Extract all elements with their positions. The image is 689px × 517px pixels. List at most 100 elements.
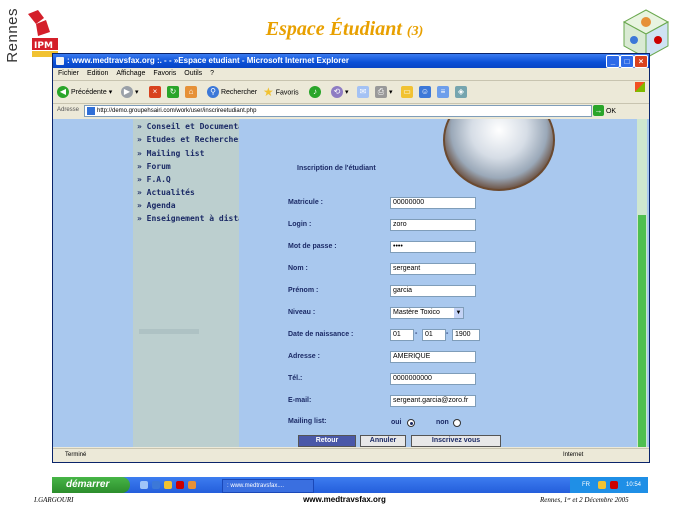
favorites-button[interactable]: ★ Favoris <box>263 86 299 99</box>
matricule-input[interactable]: 00000000 <box>390 197 476 209</box>
history-button[interactable]: ⟲ ▾ <box>331 86 348 99</box>
speaker-icon[interactable] <box>598 481 606 489</box>
side-navigation: » Conseil et Documentation » Etudes et R… <box>133 119 262 447</box>
forward-button[interactable]: ▶ ▾ <box>121 86 138 99</box>
desktop-icon[interactable] <box>140 481 148 489</box>
slide-title-text: Espace Étudiant <box>265 18 402 40</box>
refresh-button[interactable]: ↻ <box>167 86 179 99</box>
page-icon <box>87 107 95 115</box>
stop-button[interactable]: × <box>149 86 161 99</box>
ie-icon <box>56 57 64 65</box>
annuler-button[interactable]: Annuler <box>360 435 406 447</box>
mailing-yes-radio[interactable] <box>407 419 415 427</box>
niveau-select[interactable]: Mastère Toxico ▼ <box>390 307 464 319</box>
nav-item-mailing-list[interactable]: » Mailing list <box>137 149 204 158</box>
retour-button[interactable]: Retour <box>298 435 356 447</box>
favorites-label: Favoris <box>275 89 299 97</box>
explorer-icon[interactable] <box>164 481 172 489</box>
media-button[interactable]: ♪ <box>309 86 321 99</box>
password-label: Mot de passe : <box>288 243 337 250</box>
birth-month-input[interactable]: 01 <box>422 329 446 341</box>
go-label: OK <box>605 108 617 115</box>
slide-title: Espace Étudiant (3) <box>0 18 689 41</box>
search-icon: ⚲ <box>207 86 219 99</box>
start-button[interactable]: démarrer <box>52 477 130 493</box>
naissance-label: Date de naissance : <box>288 331 354 338</box>
mailing-no-label: non <box>436 419 449 426</box>
stop-icon: × <box>149 86 161 99</box>
language-indicator[interactable]: FR <box>582 477 590 493</box>
nav-item-etudes[interactable]: » Etudes et Recherches <box>137 135 243 144</box>
adresse-input[interactable]: AMERIQUE <box>390 351 476 363</box>
print-button[interactable]: ⎙ ▾ <box>375 86 392 99</box>
svg-text:IPM: IPM <box>34 41 53 51</box>
menu-help[interactable]: ? <box>210 70 214 77</box>
messenger-button[interactable]: ☺ <box>419 86 431 99</box>
inscrire-button[interactable]: Inscrivez vous <box>411 435 501 447</box>
menu-favoris[interactable]: Favoris <box>153 70 176 77</box>
research-button[interactable]: ◈ <box>455 86 467 99</box>
status-text: Terminé <box>65 452 87 458</box>
nom-input[interactable]: sergeant <box>390 263 476 275</box>
search-button[interactable]: ⚲ Rechercher <box>207 86 257 99</box>
discuss-icon: ≡ <box>437 86 449 99</box>
back-button[interactable]: ◀ Précédente ▾ <box>57 86 112 99</box>
taskbar-window-button[interactable]: : www.medtravsfax.... <box>222 479 314 493</box>
discuss-button[interactable]: ≡ <box>437 86 449 99</box>
tel-input[interactable]: 0000000000 <box>390 373 476 385</box>
go-arrow-icon: → <box>593 105 604 116</box>
birth-year-input[interactable]: 1900 <box>452 329 480 341</box>
search-label: Rechercher <box>220 89 258 96</box>
header-photo <box>443 119 555 191</box>
mail-icon: ✉ <box>357 86 369 99</box>
login-input[interactable]: zoro <box>390 219 476 231</box>
password-input[interactable]: •••• <box>390 241 476 253</box>
prenom-label: Prénom : <box>288 287 319 294</box>
go-button[interactable]: → OK <box>593 105 616 117</box>
research-icon: ◈ <box>455 86 467 99</box>
nav-item-agenda[interactable]: » Agenda <box>137 201 176 210</box>
registration-area: Inscription de l'étudiant Matricule : 00… <box>239 119 635 447</box>
mail-button[interactable]: ✉ <box>357 86 369 99</box>
menu-outils[interactable]: Outils <box>184 70 202 77</box>
back-label: Précédente <box>70 89 107 96</box>
birth-day-input[interactable]: 01 <box>390 329 414 341</box>
nav-item-forum[interactable]: » Forum <box>137 162 171 171</box>
email-label: E-mail: <box>288 397 312 404</box>
window-title: : www.medtravsfax.org :. - - »Espace etu… <box>67 56 349 65</box>
scrollbar-thumb[interactable] <box>638 215 646 447</box>
close-button[interactable]: × <box>634 55 648 68</box>
menu-fichier[interactable]: Fichier <box>58 70 79 77</box>
nav-item-faq[interactable]: » F.A.Q <box>137 175 171 184</box>
folder-button[interactable]: ▭ <box>401 86 413 99</box>
nom-label: Nom : <box>288 265 308 272</box>
media-quicklaunch-icon[interactable] <box>176 481 184 489</box>
minimize-button[interactable]: _ <box>606 55 620 68</box>
print-icon: ⎙ <box>375 86 387 99</box>
nav-item-actualites[interactable]: » Actualités <box>137 188 195 197</box>
adresse-label: Adresse : <box>288 353 320 360</box>
history-icon: ⟲ <box>331 86 343 99</box>
date-separator: - <box>446 330 449 337</box>
tray-app-icon[interactable] <box>610 481 618 489</box>
home-icon: ⌂ <box>185 86 197 99</box>
star-icon: ★ <box>263 85 274 99</box>
maximize-button[interactable]: □ <box>620 55 634 68</box>
home-button[interactable]: ⌂ <box>185 86 197 99</box>
mailing-no-radio[interactable] <box>453 419 461 427</box>
menu-affichage[interactable]: Affichage <box>116 70 145 77</box>
clock: 10:54 <box>626 482 642 488</box>
address-input[interactable]: http://demo.groupehsairi.com/work/user/i… <box>84 105 592 117</box>
email-input[interactable]: sergeant.garcia@zoro.fr <box>390 395 476 407</box>
system-tray: FR 10:54 <box>570 477 648 493</box>
ie-quicklaunch-icon[interactable] <box>152 481 160 489</box>
page-content: » Conseil et Documentation » Etudes et R… <box>53 119 649 447</box>
niveau-value: Mastère Toxico <box>393 309 440 316</box>
mailing-label: Mailing list: <box>288 418 327 425</box>
app-quicklaunch-icon[interactable] <box>188 481 196 489</box>
date-separator: - <box>415 330 418 337</box>
tel-label: Tél.: <box>288 375 303 382</box>
menu-edition[interactable]: Edition <box>87 70 108 77</box>
prenom-input[interactable]: garcia <box>390 285 476 297</box>
chevron-down-icon: ▼ <box>454 308 463 318</box>
